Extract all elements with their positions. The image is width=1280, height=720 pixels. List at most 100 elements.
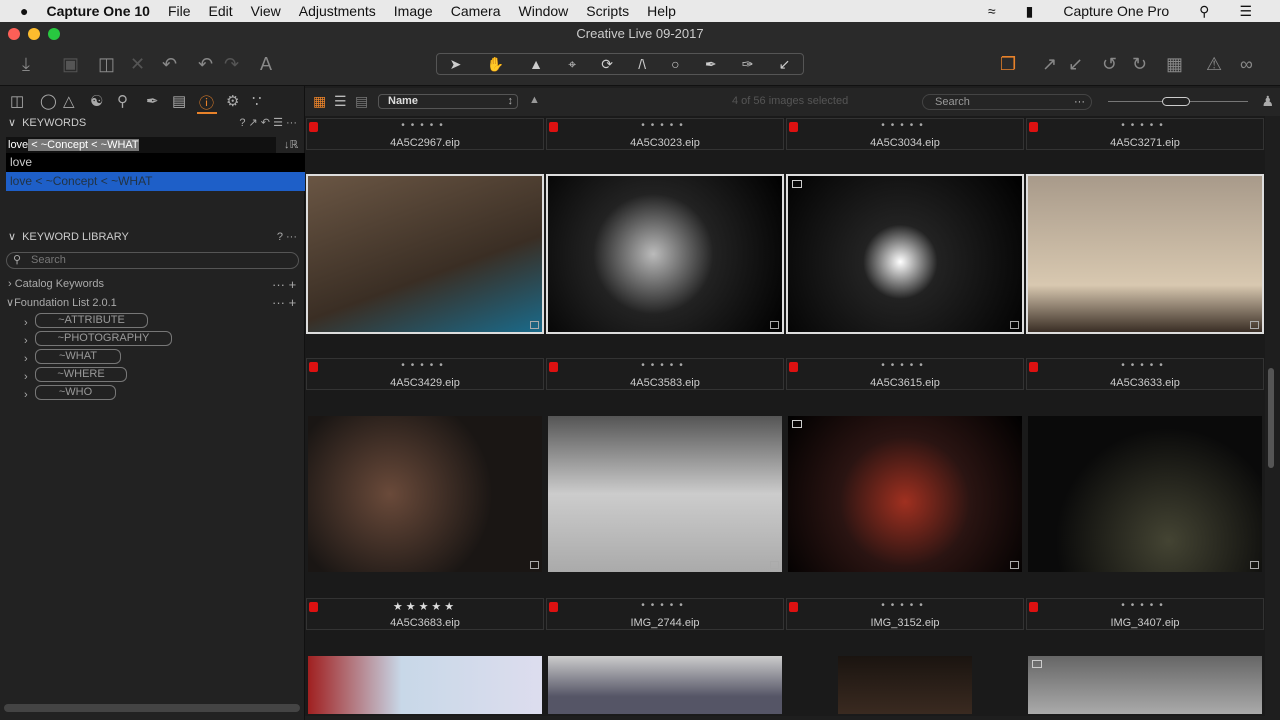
menu-camera[interactable]: Camera bbox=[451, 3, 501, 19]
keywords-header[interactable]: ∨ KEYWORDS ? ↗ ↶ ☰ ··· bbox=[0, 114, 305, 132]
thumbnail-header[interactable]: ••••• IMG_3407.eip bbox=[1026, 598, 1264, 630]
thumbnail-header[interactable]: ••••• 4A5C3583.eip bbox=[546, 358, 784, 390]
text-icon[interactable]: A bbox=[260, 54, 272, 75]
settings-tab-icon[interactable]: ⚙ bbox=[226, 92, 239, 110]
loupe-tool-icon[interactable]: ▲ bbox=[529, 56, 543, 72]
keywords-header-icons[interactable]: ? ↗ ↶ ☰ ··· bbox=[239, 114, 297, 132]
apply-tool-icon[interactable]: ↙ bbox=[779, 56, 791, 73]
star-rating[interactable]: ••••• bbox=[787, 120, 1023, 131]
star-rating[interactable]: ★★★★★ bbox=[307, 600, 543, 613]
menu-edit[interactable]: Edit bbox=[209, 3, 233, 19]
thumbnail-image[interactable] bbox=[1028, 656, 1262, 714]
battery-icon[interactable]: ▮ bbox=[1026, 3, 1034, 20]
delete-icon[interactable]: ✕ bbox=[130, 54, 145, 75]
library-header-icons[interactable]: ? ··· bbox=[277, 228, 297, 246]
crop-tool-icon[interactable]: ⌖ bbox=[568, 56, 576, 73]
sort-select[interactable]: Name ↕ bbox=[378, 94, 518, 109]
redo-icon[interactable]: ↷ bbox=[224, 54, 239, 75]
thumbnail-image[interactable] bbox=[788, 416, 1022, 572]
keyword-input[interactable]: love < ~Concept < ~WHAT bbox=[6, 137, 276, 153]
sort-direction-icon[interactable]: ▲ bbox=[529, 94, 540, 106]
foundation-add-button[interactable]: ··· + bbox=[272, 295, 296, 310]
slider-knob[interactable] bbox=[1162, 97, 1190, 106]
minimize-window-button[interactable] bbox=[28, 28, 40, 40]
thumbnail-image[interactable] bbox=[548, 416, 782, 572]
catalog-keywords[interactable]: › Catalog Keywords bbox=[8, 278, 104, 290]
filmstrip-view-icon[interactable]: ▤ bbox=[355, 93, 368, 110]
menu-right-app[interactable]: Capture One Pro bbox=[1063, 3, 1169, 19]
undo-all-icon[interactable]: ↶ bbox=[162, 54, 177, 75]
camera-icon[interactable]: ▣ bbox=[62, 54, 79, 75]
thumbnail-header[interactable]: ••••• 4A5C3429.eip bbox=[306, 358, 544, 390]
thumbnail-header[interactable]: ••••• 4A5C2967.eip bbox=[306, 118, 544, 150]
apply-adjust-icon[interactable]: ↙ bbox=[1068, 54, 1083, 75]
thumbnail-image[interactable] bbox=[548, 656, 782, 714]
star-rating[interactable]: ••••• bbox=[307, 360, 543, 371]
thumbnail-header[interactable]: ★★★★★ 4A5C3683.eip bbox=[306, 598, 544, 630]
undo-icon[interactable]: ↶ bbox=[198, 54, 213, 75]
zoom-window-button[interactable] bbox=[48, 28, 60, 40]
menu-window[interactable]: Window bbox=[519, 3, 569, 19]
warning-icon[interactable]: ⚠ bbox=[1206, 54, 1222, 75]
output-tab-icon[interactable]: ▤ bbox=[172, 92, 186, 110]
star-rating[interactable]: ••••• bbox=[1027, 360, 1263, 371]
batch-tab-icon[interactable]: ∵ bbox=[252, 92, 262, 110]
keyword-group-attribute[interactable]: ~ATTRIBUTE bbox=[35, 313, 148, 328]
star-rating[interactable]: ••••• bbox=[1027, 600, 1263, 611]
thumbnail-image[interactable] bbox=[306, 174, 544, 334]
thumbnail-image[interactable] bbox=[1026, 174, 1264, 334]
menu-file[interactable]: File bbox=[168, 3, 191, 19]
library-search-input[interactable]: ⚲ Search bbox=[6, 252, 299, 269]
grid-scrollbar[interactable] bbox=[1268, 368, 1274, 468]
close-window-button[interactable] bbox=[8, 28, 20, 40]
select-tool-icon[interactable]: ➤ bbox=[450, 56, 462, 73]
menu-app[interactable]: Capture One 10 bbox=[46, 3, 149, 19]
wifi-icon[interactable]: ≈ bbox=[988, 3, 996, 19]
star-rating[interactable]: ••••• bbox=[787, 360, 1023, 371]
menu-scripts[interactable]: Scripts bbox=[586, 3, 629, 19]
folder-icon[interactable]: ◫ bbox=[98, 54, 115, 75]
thumbnail-header[interactable]: ••••• 4A5C3034.eip bbox=[786, 118, 1024, 150]
list-view-icon[interactable]: ☰ bbox=[334, 93, 347, 110]
thumbnail-header[interactable]: ••••• IMG_2744.eip bbox=[546, 598, 784, 630]
thumbnail-image[interactable] bbox=[308, 416, 542, 572]
star-rating[interactable]: ••••• bbox=[547, 360, 783, 371]
notification-icon[interactable]: ☰ bbox=[1239, 3, 1252, 20]
lens-tab-icon[interactable]: △ bbox=[63, 92, 75, 110]
star-rating[interactable]: ••••• bbox=[547, 120, 783, 131]
keyword-group-photography[interactable]: ~PHOTOGRAPHY bbox=[35, 331, 172, 346]
thumbnail-image[interactable] bbox=[546, 174, 784, 334]
details-tab-icon[interactable]: ⚲ bbox=[117, 92, 128, 110]
star-rating[interactable]: ••••• bbox=[787, 600, 1023, 611]
grid-view-icon[interactable]: ▦ bbox=[313, 93, 326, 110]
rotate-left-icon[interactable]: ↺ bbox=[1102, 54, 1117, 75]
thumbnail-header[interactable]: ••••• 4A5C3271.eip bbox=[1026, 118, 1264, 150]
pan-tool-icon[interactable]: ✋ bbox=[487, 56, 504, 73]
user-icon[interactable]: ♟ bbox=[1261, 93, 1274, 110]
keyword-library-header[interactable]: ∨ KEYWORD LIBRARY ? ··· bbox=[0, 228, 305, 246]
brush-tool-icon[interactable]: ✒ bbox=[705, 56, 717, 73]
rotate-right-icon[interactable]: ↻ bbox=[1132, 54, 1147, 75]
keyword-group-where[interactable]: ~WHERE bbox=[35, 367, 127, 382]
keyword-group-who[interactable]: ~WHO bbox=[35, 385, 116, 400]
copy-adjust-icon[interactable]: ↗ bbox=[1042, 54, 1057, 75]
variants-icon[interactable]: ❐ bbox=[1000, 54, 1016, 75]
menu-adjustments[interactable]: Adjustments bbox=[299, 3, 376, 19]
catalog-add-button[interactable]: ··· + bbox=[272, 277, 296, 292]
thumbnail-image[interactable] bbox=[308, 656, 542, 714]
menu-view[interactable]: View bbox=[251, 3, 281, 19]
menu-image[interactable]: Image bbox=[394, 3, 433, 19]
spot-tool-icon[interactable]: ○ bbox=[671, 56, 679, 72]
keyword-group-what[interactable]: ~WHAT bbox=[35, 349, 121, 364]
thumbnail-header[interactable]: ••••• 4A5C3615.eip bbox=[786, 358, 1024, 390]
sort-az-icon[interactable]: ↓ℝ bbox=[284, 138, 298, 151]
group-expanders[interactable]: › › › › › bbox=[24, 314, 28, 404]
spotlight-icon[interactable]: ⚲ bbox=[1199, 3, 1209, 20]
thumbnail-image[interactable] bbox=[786, 174, 1024, 334]
metadata-tab-icon[interactable]: ⓘ bbox=[199, 92, 214, 113]
apple-icon[interactable]: ● bbox=[20, 3, 28, 19]
thumbnail-image[interactable] bbox=[838, 656, 972, 714]
grid-icon[interactable]: ▦ bbox=[1166, 54, 1183, 75]
picker-tool-icon[interactable]: ✑ bbox=[742, 56, 754, 73]
browser-search-input[interactable]: Search ··· bbox=[922, 94, 1092, 110]
